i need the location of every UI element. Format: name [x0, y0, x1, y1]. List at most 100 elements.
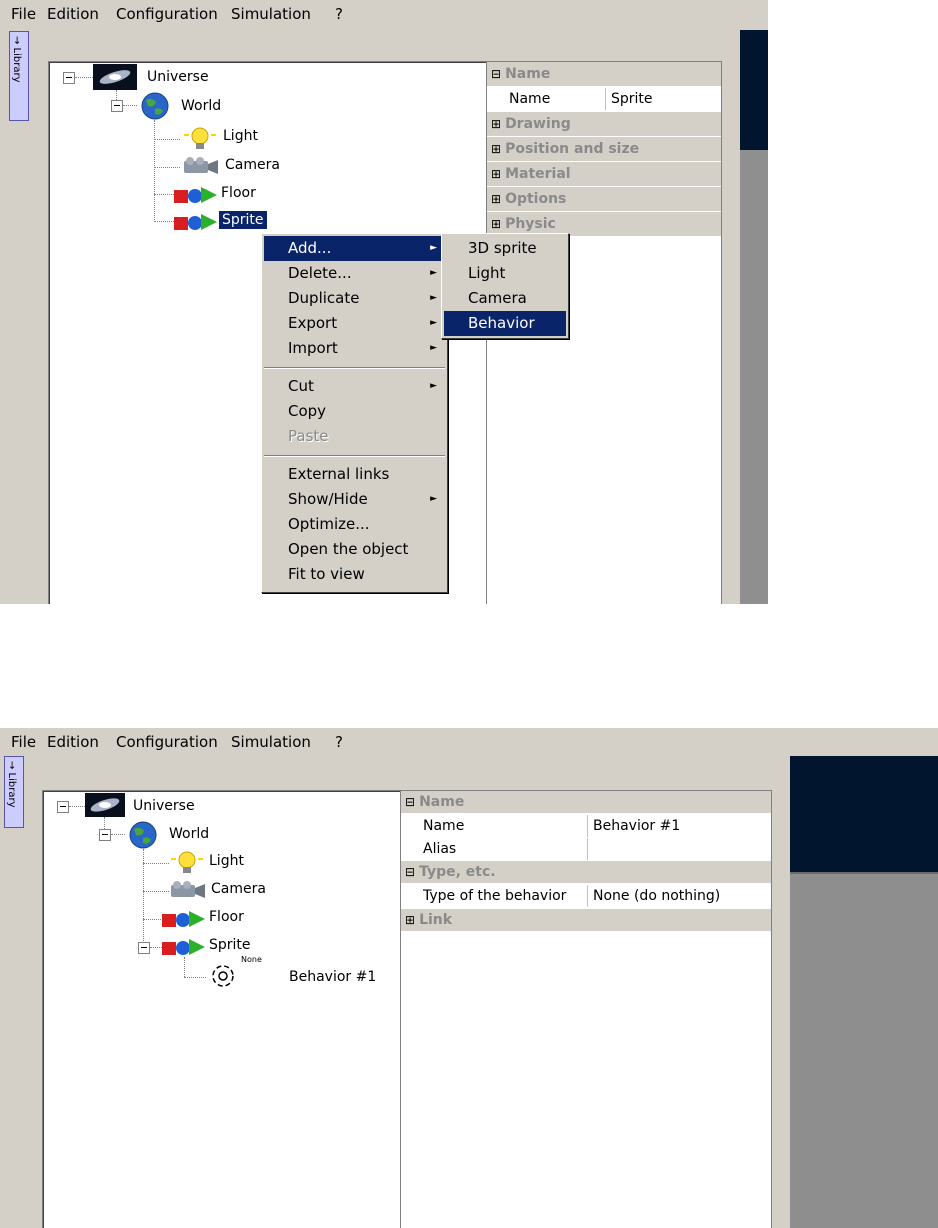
tree-line: [111, 834, 125, 835]
menu-item-external-links[interactable]: External links: [264, 462, 445, 487]
tree-line: [184, 977, 206, 978]
tree-label-behavior[interactable]: Behavior #1: [289, 969, 376, 985]
menu-item-show-hide[interactable]: Show/Hide ►: [264, 487, 445, 512]
prop-section-name[interactable]: ⊟ Name: [487, 62, 721, 86]
tree-label-world[interactable]: World: [169, 826, 209, 842]
prop-row-alias[interactable]: Alias: [401, 838, 771, 860]
menu-item-cut[interactable]: Cut ►: [264, 374, 445, 399]
tree-label-light[interactable]: Light: [209, 853, 244, 869]
menu-file[interactable]: File: [11, 5, 36, 23]
property-panel[interactable]: ⊟ Name Name Behavior #1 Alias ⊟ Type, etc.…: [400, 790, 772, 1228]
prop-row-type[interactable]: Type of the behavior None (do nothing): [401, 885, 771, 907]
tree-label-camera[interactable]: Camera: [211, 881, 266, 897]
expand-icon: ⊞: [491, 192, 502, 206]
menu-help[interactable]: ?: [335, 733, 343, 751]
menu-separator: [264, 367, 445, 369]
library-tab[interactable]: → Library: [4, 756, 24, 828]
viewport-sky: [790, 756, 938, 872]
submenu-item-camera[interactable]: Camera: [444, 286, 566, 311]
tree-line: [75, 77, 93, 78]
submenu-arrow-icon: ►: [430, 381, 437, 391]
submenu-item-light[interactable]: Light: [444, 261, 566, 286]
context-menu: Add... ► Delete... ► Duplicate ► Export ► Im…: [261, 233, 448, 593]
viewport-horizon: [790, 872, 938, 874]
menu-separator: [264, 455, 445, 457]
menu-configuration[interactable]: Configuration: [116, 5, 218, 23]
tree-label-floor[interactable]: Floor: [209, 909, 244, 925]
prop-row-name[interactable]: Name Behavior #1: [401, 815, 771, 837]
lightbulb-icon: [171, 851, 203, 873]
tree-line: [154, 120, 155, 220]
menu-item-delete[interactable]: Delete... ►: [264, 261, 445, 286]
tree-label-floor[interactable]: Floor: [221, 185, 256, 201]
menu-file[interactable]: File: [11, 733, 36, 751]
scene-tree-panel[interactable]: Universe World Light Camera: [42, 790, 401, 1228]
prop-section-type[interactable]: ⊟ Type, etc.: [401, 861, 771, 883]
submenu-item-behavior[interactable]: Behavior: [444, 311, 566, 336]
viewport-3d[interactable]: [790, 756, 938, 1228]
menu-configuration[interactable]: Configuration: [116, 733, 218, 751]
menu-edition[interactable]: Edition: [47, 733, 99, 751]
menu-item-add[interactable]: Add... ►: [264, 236, 445, 261]
submenu-arrow-icon: ►: [430, 293, 437, 303]
prop-row-name[interactable]: Name Sprite: [487, 88, 721, 110]
expander-world[interactable]: [99, 829, 111, 841]
menu-edition[interactable]: Edition: [47, 5, 99, 23]
menu-item-copy[interactable]: Copy: [264, 399, 445, 424]
column-divider: [605, 88, 606, 110]
menu-item-open-object[interactable]: Open the object: [264, 537, 445, 562]
prop-value-name[interactable]: Behavior #1: [593, 815, 680, 837]
viewport-3d[interactable]: [740, 30, 768, 604]
expander-universe[interactable]: [57, 801, 69, 813]
prop-value-name[interactable]: Sprite: [611, 88, 653, 110]
globe-icon: [129, 821, 157, 849]
bottom-screenshot: File Edition Configuration Simulation ? …: [0, 728, 938, 1228]
tree-line: [123, 105, 137, 106]
viewport-sky: [740, 30, 768, 150]
menu-item-duplicate[interactable]: Duplicate ►: [264, 286, 445, 311]
menu-bar: File Edition Configuration Simulation ?: [0, 0, 768, 28]
lightbulb-icon: [184, 127, 216, 149]
gear-icon: [212, 965, 234, 987]
tree-label-sprite-selected[interactable]: Sprite: [219, 211, 267, 229]
prop-section-options[interactable]: ⊞ Options: [487, 187, 721, 211]
prop-section-position[interactable]: ⊞ Position and size: [487, 137, 721, 161]
menu-item-import[interactable]: Import ►: [264, 336, 445, 361]
library-tab[interactable]: → Library: [9, 31, 29, 121]
expand-icon: ⊞: [491, 217, 502, 231]
menu-help[interactable]: ?: [335, 5, 343, 23]
prop-value-type[interactable]: None (do nothing): [593, 885, 720, 907]
tree-label-world[interactable]: World: [181, 98, 221, 114]
menu-simulation[interactable]: Simulation: [231, 5, 311, 23]
camera-icon: [184, 157, 218, 174]
menu-item-fit-to-view[interactable]: Fit to view: [264, 562, 445, 587]
menu-simulation[interactable]: Simulation: [231, 733, 311, 751]
behavior-badge-label: None: [241, 955, 262, 964]
prop-section-material[interactable]: ⊞ Material: [487, 162, 721, 186]
expander-sprite[interactable]: [138, 942, 150, 954]
column-divider: [587, 815, 588, 837]
tree-line: [143, 863, 169, 864]
tree-label-camera[interactable]: Camera: [225, 157, 280, 173]
tree-line: [143, 891, 169, 892]
tree-label-universe[interactable]: Universe: [133, 798, 195, 814]
expander-universe[interactable]: [63, 72, 75, 84]
submenu-item-3d-sprite[interactable]: 3D sprite: [444, 236, 566, 261]
collapse-icon: ⊟: [405, 795, 416, 809]
tree-label-sprite[interactable]: Sprite: [209, 937, 251, 953]
shapes-icon: [162, 911, 205, 927]
menu-item-export[interactable]: Export ►: [264, 311, 445, 336]
prop-section-link[interactable]: ⊞ Link: [401, 909, 771, 931]
shapes-icon: [174, 187, 217, 203]
column-divider: [587, 885, 588, 907]
collapse-icon: ⊟: [491, 67, 502, 81]
expander-world[interactable]: [111, 100, 123, 112]
prop-section-drawing[interactable]: ⊞ Drawing: [487, 112, 721, 136]
tree-line: [143, 849, 144, 949]
tree-label-universe[interactable]: Universe: [147, 69, 209, 85]
tree-line: [154, 167, 180, 168]
menu-item-paste: Paste: [288, 427, 329, 445]
prop-section-name[interactable]: ⊟ Name: [401, 791, 771, 813]
tree-label-light[interactable]: Light: [223, 128, 258, 144]
menu-item-optimize[interactable]: Optimize...: [264, 512, 445, 537]
